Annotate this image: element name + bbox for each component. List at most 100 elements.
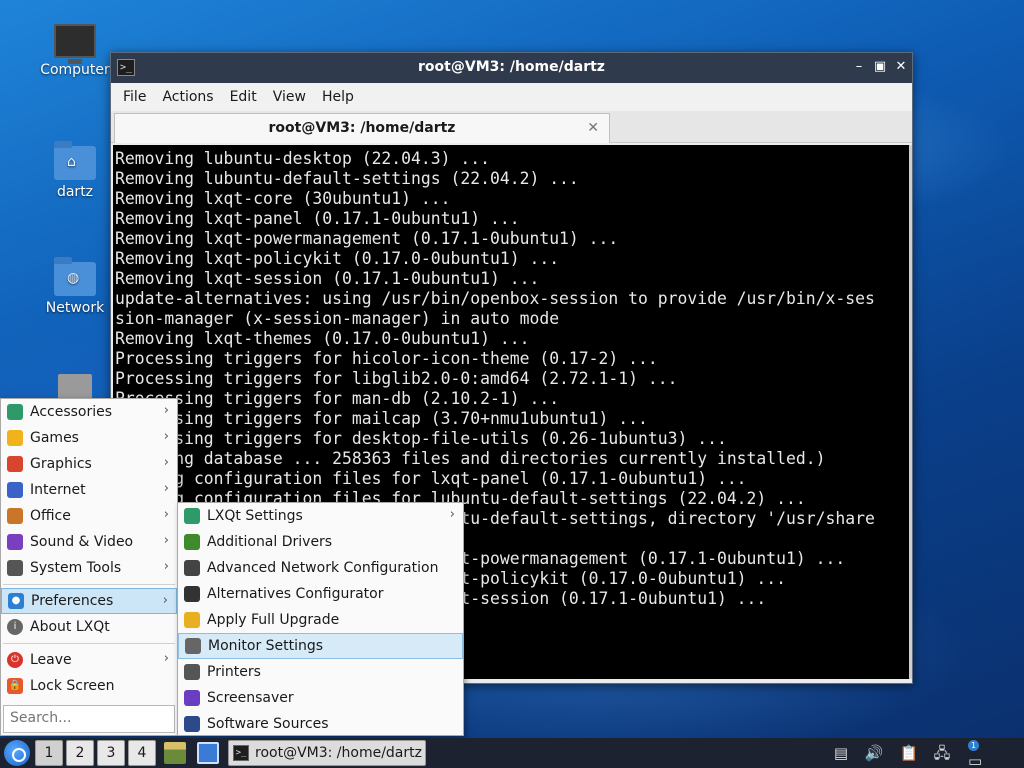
terminal-line: Removing lxqt-themes (0.17.0-0ubuntu1) .… [115, 329, 530, 348]
menu-item-system-tools[interactable]: System Tools › [1, 555, 177, 581]
terminal-task-icon: >_ [233, 745, 249, 761]
submenu-item-software-sources[interactable]: Software Sources [178, 711, 463, 737]
desktop-icon-home-folder[interactable]: ⌂ dartz [30, 141, 120, 200]
submenu-item-printers[interactable]: Printers [178, 659, 463, 685]
menu-item-about[interactable]: i About LXQt [1, 614, 177, 640]
chevron-right-icon: › [163, 403, 169, 418]
terminal-line: Removing lubuntu-desktop (22.04.3) ... [115, 149, 490, 168]
menu-view[interactable]: View [265, 89, 314, 105]
menu-item-office[interactable]: Office › [1, 503, 177, 529]
window-title: root@VM3: /home/dartz [418, 59, 605, 75]
computer-icon [54, 24, 96, 64]
menu-item-preferences[interactable]: ● Preferences › [1, 588, 177, 614]
main-menu: Accessories › Games › Graphics › Internet › Offi… [0, 398, 178, 736]
desktop-switch-2[interactable]: 2 [66, 740, 94, 766]
terminal-line: Removing lubuntu-default-settings (22.04… [115, 169, 579, 188]
terminal-scrollbar[interactable] [909, 145, 912, 679]
alternatives-icon [184, 586, 200, 602]
system-tools-icon [7, 560, 23, 576]
maximize-button[interactable]: ▣ [871, 58, 889, 76]
start-menu-button[interactable] [4, 740, 30, 766]
terminal-line: Purging configuration files for lxqt-pan… [115, 469, 747, 488]
minimize-button[interactable]: – [850, 58, 868, 76]
terminal-line: Removing lxqt-policykit (0.17.0-0ubuntu1… [115, 249, 560, 268]
chevron-right-icon: › [163, 429, 169, 444]
menu-item-internet[interactable]: Internet › [1, 477, 177, 503]
terminal-line: Processing triggers for libglib2.0-0:amd… [115, 369, 678, 388]
menu-item-label: Lock Screen [30, 678, 115, 694]
menu-edit[interactable]: Edit [222, 89, 265, 105]
submenu-item-screensaver[interactable]: Screensaver [178, 685, 463, 711]
sound-video-icon [7, 534, 23, 550]
menu-item-leave[interactable]: ⏻ Leave › [1, 647, 177, 673]
desktop-icon-label: dartz [56, 184, 94, 200]
submenu-item-label: LXQt Settings [207, 508, 303, 524]
home-folder-icon: ⌂ [54, 141, 96, 180]
terminal-line: Removing lxqt-core (30ubuntu1) ... [115, 189, 451, 208]
chevron-right-icon: › [163, 507, 169, 522]
printer-icon [184, 664, 200, 680]
menu-separator [3, 584, 175, 585]
close-button[interactable]: ✕ [892, 58, 910, 76]
desktop-icon-label: Network [45, 300, 105, 316]
window-titlebar[interactable]: >_ root@VM3: /home/dartz – ▣ ✕ [111, 53, 912, 83]
lock-icon: 🔒 [7, 678, 23, 694]
menu-actions[interactable]: Actions [154, 89, 221, 105]
menu-file[interactable]: File [115, 89, 154, 105]
network-config-icon [184, 560, 200, 576]
submenu-item-additional-drivers[interactable]: Additional Drivers [178, 529, 463, 555]
updates-tray-icon[interactable]: ▤ [830, 742, 852, 764]
submenu-item-advanced-network-configuration[interactable]: Advanced Network Configuration [178, 555, 463, 581]
desktop-icon-label: Computer [40, 62, 110, 78]
leave-icon: ⏻ [7, 652, 23, 668]
desktop-switch-3[interactable]: 3 [97, 740, 125, 766]
chevron-right-icon: › [163, 559, 169, 574]
terminal-line: Processing triggers for man-db (2.10.2-1… [115, 389, 560, 408]
drivers-icon [184, 534, 200, 550]
submenu-item-label: Advanced Network Configuration [207, 560, 439, 576]
menu-search-input[interactable] [10, 710, 168, 726]
submenu-item-lxqt-settings[interactable]: LXQt Settings › [178, 503, 463, 529]
submenu-item-label: Alternatives Configurator [207, 586, 384, 602]
task-label: root@VM3: /home/dartz [255, 745, 422, 761]
menu-item-label: Graphics [30, 456, 92, 472]
tab-terminal[interactable]: root@VM3: /home/dartz ✕ [114, 113, 610, 143]
terminal-line: update-alternatives: using /usr/bin/open… [115, 289, 875, 308]
menu-item-graphics[interactable]: Graphics › [1, 451, 177, 477]
chevron-right-icon: › [163, 455, 169, 470]
graphics-icon [7, 456, 23, 472]
submenu-item-alternatives-configurator[interactable]: Alternatives Configurator [178, 581, 463, 607]
notification-icon[interactable]: 1 ▭ [964, 740, 986, 768]
menu-search-box[interactable] [3, 705, 175, 733]
file-manager-launcher-icon[interactable] [164, 742, 186, 764]
desktop-icon-computer[interactable]: Computer [30, 24, 120, 78]
network-folder-icon: ◍ [54, 257, 96, 296]
submenu-item-apply-full-upgrade[interactable]: Apply Full Upgrade [178, 607, 463, 633]
desktop-switch-4[interactable]: 4 [128, 740, 156, 766]
menu-item-games[interactable]: Games › [1, 425, 177, 451]
network-tray-icon[interactable]: 🖧 [931, 742, 953, 764]
desktop-icon-network[interactable]: ◍ Network [30, 257, 120, 316]
taskbar-task-terminal[interactable]: >_ root@VM3: /home/dartz [228, 740, 426, 766]
menu-item-sound-video[interactable]: Sound & Video › [1, 529, 177, 555]
show-desktop-icon[interactable] [197, 742, 219, 764]
screensaver-icon [184, 690, 200, 706]
menu-item-label: Internet [30, 482, 86, 498]
terminal-line: (Reading database ... 258363 files and d… [115, 449, 826, 468]
menu-item-lock-screen[interactable]: 🔒 Lock Screen [1, 673, 177, 699]
menu-item-label: Sound & Video [30, 534, 134, 550]
chevron-right-icon: › [163, 651, 169, 666]
desktop-switch-1[interactable]: 1 [35, 740, 63, 766]
chevron-right-icon: › [449, 507, 455, 522]
clipboard-icon[interactable]: 📋 [898, 742, 920, 764]
tab-label: root@VM3: /home/dartz [268, 120, 456, 136]
menu-help[interactable]: Help [314, 89, 362, 105]
volume-icon[interactable]: 🔊 [863, 742, 885, 764]
submenu-item-monitor-settings[interactable]: Monitor Settings [178, 633, 463, 659]
menu-item-label: System Tools [30, 560, 122, 576]
chevron-right-icon: › [163, 481, 169, 496]
submenu-item-label: Apply Full Upgrade [207, 612, 340, 628]
terminal-line: sion-manager (x-session-manager) in auto… [115, 309, 560, 328]
tab-close-icon[interactable]: ✕ [587, 114, 599, 142]
menu-item-accessories[interactable]: Accessories › [1, 399, 177, 425]
